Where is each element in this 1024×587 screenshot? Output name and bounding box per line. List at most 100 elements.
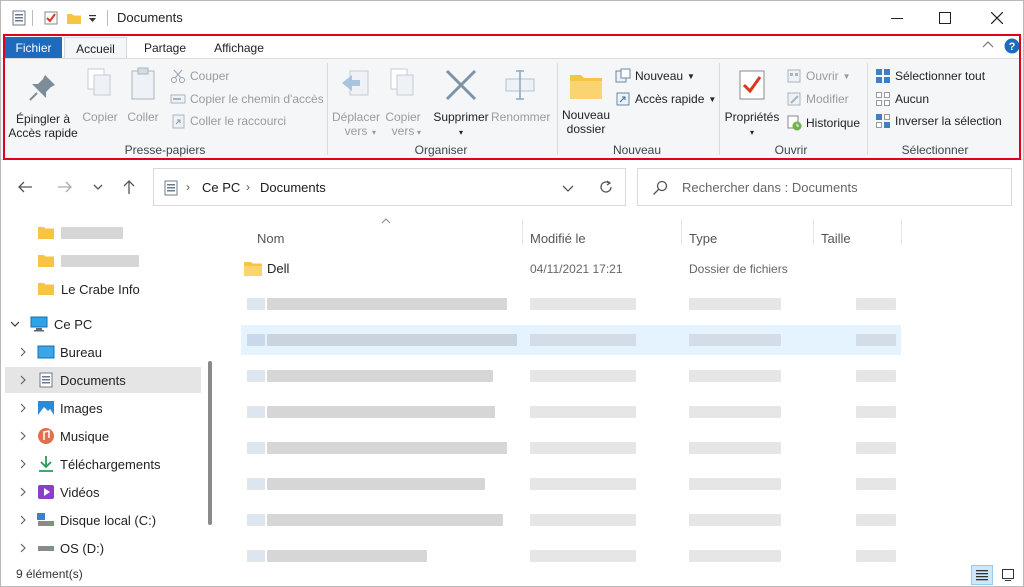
breadcrumb-ce-pc[interactable]: Ce PC (202, 180, 240, 195)
file-row-blurred[interactable] (241, 398, 901, 426)
new-item-button[interactable]: Nouveau ▼ (615, 66, 695, 86)
up-button[interactable] (117, 177, 141, 197)
column-header-type[interactable]: Type (689, 231, 717, 246)
open-label: Ouvrir (806, 69, 839, 83)
minimize-button[interactable] (873, 1, 921, 35)
nav-bureau[interactable]: Bureau (5, 339, 201, 365)
rename-button[interactable]: Renommer (491, 67, 551, 124)
quick-access-le-crabe-info[interactable]: Le Crabe Info (5, 276, 201, 302)
tab-fichier[interactable]: Fichier (5, 37, 62, 59)
chevron-down-icon[interactable] (10, 319, 20, 329)
details-view-button[interactable] (971, 565, 993, 585)
paste-shortcut-button[interactable]: Coller le raccourci (170, 111, 286, 131)
easy-access-icon (616, 92, 630, 106)
search-input[interactable]: Rechercher dans : Documents (682, 180, 858, 195)
nav-label: Documents (60, 372, 126, 388)
refresh-icon[interactable] (598, 179, 614, 198)
copy-to-button[interactable]: Copier vers ▾ (382, 67, 424, 140)
file-row-dell[interactable]: Dell 04/11/2021 17:21 Dossier de fichier… (241, 255, 901, 283)
column-separator[interactable] (681, 219, 682, 245)
pin-quick-access-button[interactable]: Épingler à Accès rapide (7, 71, 79, 140)
new-folder-button[interactable]: Nouveau dossier (561, 71, 611, 136)
chevron-right-icon[interactable] (19, 403, 27, 413)
column-header-size[interactable]: Taille (821, 231, 851, 246)
nav-videos[interactable]: Vidéos (5, 479, 201, 505)
address-bar[interactable]: › Ce PC › Documents (153, 168, 626, 206)
large-icons-view-button[interactable] (997, 565, 1019, 585)
close-button[interactable] (973, 1, 1021, 35)
properties-quick-icon[interactable] (43, 10, 59, 26)
move-to-button[interactable]: Déplacer vers ▾ (331, 67, 381, 140)
tab-partage[interactable]: Partage (135, 37, 195, 59)
breadcrumb-documents[interactable]: Documents (260, 180, 326, 195)
select-none-button[interactable]: Aucun (875, 89, 929, 109)
paste-button[interactable]: Coller (125, 67, 161, 124)
nav-ce-pc[interactable]: Ce PC (5, 311, 201, 337)
copy-button[interactable]: Copier (81, 67, 119, 124)
customize-quick-access-icon[interactable] (88, 10, 104, 26)
folder-icon (244, 262, 262, 276)
chevron-right-icon[interactable] (19, 431, 27, 441)
nav-telechargements[interactable]: Téléchargements (5, 451, 201, 477)
history-button[interactable]: Historique (786, 113, 860, 133)
chevron-right-icon[interactable] (19, 375, 27, 385)
nav-disque-local-c[interactable]: Disque local (C:) (5, 507, 201, 533)
cut-button[interactable]: Couper (170, 66, 229, 86)
paste-icon (131, 67, 155, 100)
select-all-button[interactable]: Sélectionner tout (875, 66, 985, 86)
nav-images[interactable]: Images (5, 395, 201, 421)
chevron-right-icon[interactable] (19, 487, 27, 497)
search-box[interactable]: Rechercher dans : Documents (637, 168, 1012, 206)
chevron-right-icon[interactable] (19, 543, 27, 553)
chevron-right-icon[interactable] (19, 347, 27, 357)
easy-access-button[interactable]: Accès rapide ▼ (615, 89, 716, 109)
tab-accueil[interactable]: Accueil (64, 37, 127, 59)
new-folder-quick-icon[interactable] (66, 10, 82, 26)
ribbon: Épingler à Accès rapide Copier Coller Co… (1, 58, 1023, 160)
new-group-label: Nouveau (612, 143, 662, 157)
nav-label: Musique (60, 428, 110, 444)
recent-locations-button[interactable] (86, 177, 110, 197)
group-separator (867, 63, 868, 155)
chevron-right-icon[interactable] (19, 459, 27, 469)
forward-button[interactable] (53, 177, 77, 197)
select-none-label: Aucun (895, 92, 930, 106)
location-icon (164, 180, 178, 199)
breadcrumb-chevron-icon[interactable]: › (246, 180, 250, 194)
invert-selection-button[interactable]: Inverser la sélection (875, 111, 1002, 131)
column-separator[interactable] (901, 219, 902, 245)
file-row-blurred[interactable] (241, 362, 901, 390)
tab-affichage[interactable]: Affichage (207, 37, 271, 59)
properties-button[interactable]: Propriétés ▾ (723, 67, 781, 140)
chevron-right-icon[interactable] (19, 515, 27, 525)
invert-selection-icon (876, 114, 890, 128)
music-icon (38, 428, 54, 444)
nav-scrollbar-thumb[interactable] (208, 361, 212, 525)
quick-access-item-blurred[interactable] (5, 220, 201, 246)
edit-button[interactable]: Modifier (786, 89, 849, 109)
column-separator[interactable] (522, 219, 523, 245)
file-row-blurred[interactable] (241, 290, 901, 318)
file-row-blurred-selected[interactable] (241, 325, 901, 355)
collapse-ribbon-icon[interactable] (982, 39, 994, 54)
nav-musique[interactable]: Musique (5, 423, 201, 449)
maximize-button[interactable] (921, 1, 969, 35)
file-row-blurred[interactable] (241, 470, 901, 498)
address-history-chevron-icon[interactable] (562, 182, 574, 196)
breadcrumb-chevron-icon[interactable]: › (186, 180, 190, 194)
back-button[interactable] (13, 177, 37, 197)
rename-label: Renommer (491, 110, 551, 124)
column-separator[interactable] (813, 219, 814, 245)
quick-access-item-blurred[interactable] (5, 248, 201, 274)
file-row-blurred[interactable] (241, 542, 901, 562)
column-header-name[interactable]: Nom (257, 231, 284, 246)
copy-path-button[interactable]: Copier le chemin d'accès (170, 89, 324, 109)
help-icon[interactable]: ? (1004, 38, 1020, 57)
file-row-blurred[interactable] (241, 506, 901, 534)
nav-os-d[interactable]: OS (D:) (5, 535, 201, 561)
file-row-blurred[interactable] (241, 434, 901, 462)
nav-documents[interactable]: Documents (5, 367, 201, 393)
column-header-modified[interactable]: Modifié le (530, 231, 586, 246)
open-button[interactable]: Ouvrir ▼ (786, 66, 851, 86)
delete-button[interactable]: Supprimer ▾ (432, 67, 490, 140)
